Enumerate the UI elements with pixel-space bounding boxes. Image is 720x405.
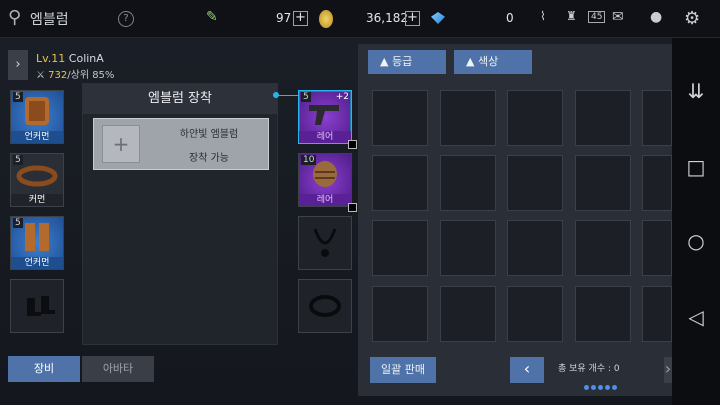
power-value: 732	[48, 70, 68, 81]
connector-dot	[273, 92, 279, 98]
belt-slot[interactable]: 5 커먼	[10, 153, 64, 207]
emblem-screen: ⚲ 엠블럼 ? ✎ 97 + 36,182 + 0 ⌇ ♜ 45 ✉ ● ⚙ ⇊…	[0, 0, 720, 405]
gloves-slot[interactable]: 10 레어	[298, 153, 357, 212]
ring-icon	[309, 295, 341, 317]
inventory-cell[interactable]	[575, 90, 631, 146]
necklace-slot[interactable]	[298, 216, 352, 270]
system-nav-bar: ⇊ □ ○ ◁	[672, 38, 720, 405]
inventory-cell[interactable]	[372, 220, 428, 276]
inventory-cell[interactable]	[575, 155, 631, 211]
slot-corner-marker	[348, 203, 357, 212]
item-count: 총 보유 개수 : 0	[558, 364, 620, 374]
chat-icon[interactable]: ●	[650, 9, 662, 25]
slot-rarity: 언커먼	[11, 131, 63, 143]
page-title: 엠블럼	[30, 12, 69, 28]
slot-level: 5	[301, 92, 311, 102]
add-feather-button[interactable]: +	[293, 11, 308, 26]
color-filter-button[interactable]: ▲ 색상	[454, 50, 532, 74]
slot-level: 5	[13, 155, 23, 165]
grade-filter-button[interactable]: ▲ 등급	[368, 50, 446, 74]
slot-corner-marker	[348, 140, 357, 149]
slot-rarity: 언커먼	[11, 257, 63, 269]
prev-page-button[interactable]: ‹	[510, 357, 544, 383]
user-level-name: Lv.11 ColinA	[36, 52, 104, 65]
enhance-level: +2	[335, 92, 349, 102]
inventory-cell[interactable]	[440, 90, 496, 146]
armor-slot[interactable]: 5 언커먼	[10, 90, 64, 144]
slot-level: 10	[301, 155, 317, 165]
slot-level: 5	[13, 218, 23, 228]
feather-icon: ✎	[206, 9, 218, 25]
slot-rarity: 레어	[299, 194, 351, 206]
inventory-cell[interactable]	[575, 286, 631, 342]
inventory-cell[interactable]	[440, 155, 496, 211]
connector-line	[276, 95, 298, 96]
user-level: Lv.11	[36, 52, 66, 65]
feather-count: 97	[276, 11, 292, 25]
add-emblem-icon[interactable]: +	[102, 125, 140, 163]
emblem-equip-panel: 엠블럼 장착 + 하얀빛 엠블럼 장착 가능	[82, 83, 278, 345]
emblem-status: 장착 가능	[189, 153, 229, 164]
wifi-icon: ⌇	[540, 9, 546, 23]
power-stat: ⚔ 732/상위 85%	[36, 70, 115, 81]
search-icon[interactable]: ⚲	[8, 7, 21, 28]
rank-value: /상위 85%	[67, 70, 115, 81]
recents-icon[interactable]: □	[684, 156, 708, 180]
gear-icon[interactable]: ⚙	[684, 8, 700, 29]
tab-equip[interactable]: 장비	[8, 356, 80, 382]
inventory-cell[interactable]	[642, 286, 672, 342]
battery-indicator: 45	[588, 11, 606, 23]
emblem-inventory: ▲ 등급 ▲ 색상 일괄 판매 ‹ 총 보유 개수 : 0 ›	[358, 44, 672, 396]
page-indicator	[584, 375, 619, 394]
person-icon: ♜	[566, 9, 577, 23]
inventory-cell[interactable]	[642, 220, 672, 276]
emblem-name: 하얀빛 엠블럼	[179, 129, 239, 140]
ring-slot[interactable]	[298, 279, 352, 333]
top-bar: ⚲ 엠블럼 ? ✎ 97 + 36,182 + 0 ⌇ ♜ 45 ✉ ● ⚙	[0, 0, 720, 38]
leg-armor-slot[interactable]: 5 언커먼	[10, 216, 64, 270]
user-name: ColinA	[68, 52, 104, 65]
boots-slot[interactable]	[10, 279, 64, 333]
back-icon[interactable]: ◁	[684, 306, 708, 330]
emblem-card[interactable]: + 하얀빛 엠블럼 장착 가능	[93, 118, 269, 170]
menu-down-icon[interactable]: ⇊	[684, 80, 708, 104]
boots-icon	[27, 296, 55, 316]
inventory-cell[interactable]	[507, 286, 563, 342]
sell-all-button[interactable]: 일괄 판매	[370, 357, 436, 383]
help-icon[interactable]: ?	[118, 11, 134, 27]
gem-icon	[431, 12, 445, 24]
inventory-cell[interactable]	[372, 155, 428, 211]
weapon-slot[interactable]: 5 +2 레어	[298, 90, 357, 149]
inventory-cell[interactable]	[507, 155, 563, 211]
expand-profile-button[interactable]: ›	[8, 50, 28, 80]
inventory-cell[interactable]	[440, 286, 496, 342]
home-icon[interactable]: ○	[684, 230, 708, 254]
inventory-cell[interactable]	[507, 90, 563, 146]
mail-icon[interactable]: ✉	[612, 9, 624, 25]
inventory-cell[interactable]	[507, 220, 563, 276]
inventory-cell[interactable]	[440, 220, 496, 276]
inventory-cell[interactable]	[642, 155, 672, 211]
necklace-icon	[313, 228, 337, 257]
user-info: › Lv.11 ColinA ⚔ 732/상위 85%	[8, 50, 278, 81]
slot-rarity: 커먼	[11, 194, 63, 206]
add-gold-button[interactable]: +	[405, 11, 420, 26]
inventory-cell[interactable]	[642, 90, 672, 146]
gem-count: 0	[506, 11, 514, 25]
tab-avatar[interactable]: 아바타	[82, 356, 154, 382]
inventory-cell[interactable]	[575, 220, 631, 276]
gold-coin-icon	[319, 10, 333, 28]
inventory-cell[interactable]	[372, 90, 428, 146]
next-page-button[interactable]: ›	[664, 357, 672, 383]
panel-title: 엠블럼 장착	[83, 84, 277, 114]
gold-count: 36,182	[366, 11, 408, 25]
slot-rarity: 레어	[299, 131, 351, 143]
inventory-cell[interactable]	[372, 286, 428, 342]
slot-level: 5	[13, 92, 23, 102]
